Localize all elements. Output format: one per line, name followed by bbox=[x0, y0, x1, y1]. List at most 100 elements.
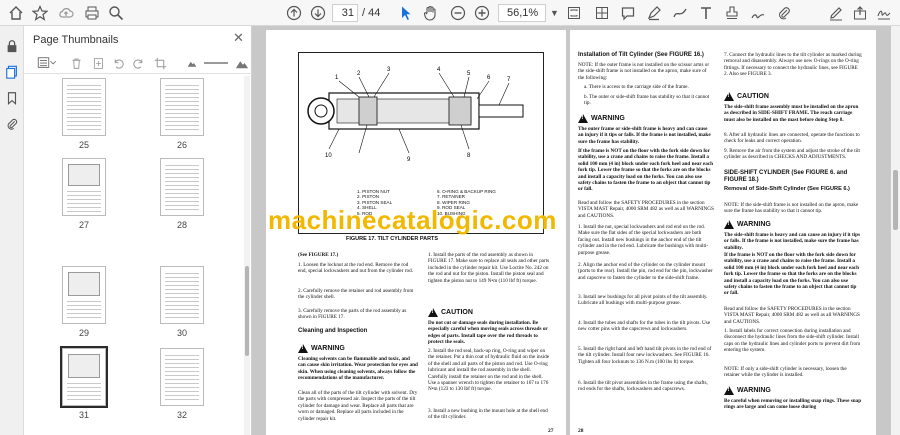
warning-text-3: Be careful when removing or installing s… bbox=[724, 398, 862, 411]
svg-text:2: 2 bbox=[357, 71, 361, 77]
share-icon[interactable] bbox=[852, 4, 868, 22]
note-2: NOTE: If the side-shift frame is not ins… bbox=[724, 202, 859, 215]
star-icon[interactable] bbox=[32, 4, 48, 22]
chevron-down-icon[interactable]: ▼ bbox=[550, 8, 559, 18]
thumbnail-page-28[interactable] bbox=[160, 158, 204, 216]
warning-heading-2: WARNING bbox=[724, 220, 771, 229]
zoom-in-icon[interactable] bbox=[474, 4, 490, 22]
page-number-input[interactable]: 31 bbox=[332, 4, 358, 22]
left-rail bbox=[0, 26, 24, 435]
svg-text:1: 1 bbox=[335, 75, 339, 81]
thumbnail-page-27[interactable] bbox=[62, 158, 106, 216]
grid-icon[interactable] bbox=[594, 4, 610, 22]
search-icon[interactable] bbox=[108, 4, 124, 22]
text-icon[interactable] bbox=[698, 4, 714, 22]
svg-text:3: 3 bbox=[387, 67, 391, 73]
panel-toolbar bbox=[24, 52, 252, 74]
right-col-step1: 1. Install the parts of the rod assembly… bbox=[428, 252, 550, 284]
thumbnail-label: 30 bbox=[176, 328, 187, 338]
removal-note: NOTE: If only a side-shift cylinder is n… bbox=[724, 366, 847, 379]
svg-text:6: 6 bbox=[487, 75, 491, 81]
page-number: 27 bbox=[548, 428, 554, 434]
print-icon[interactable] bbox=[84, 4, 100, 22]
page-number: 28 bbox=[578, 428, 584, 434]
undo-icon[interactable] bbox=[110, 55, 126, 71]
bookmark-icon[interactable] bbox=[4, 90, 20, 106]
read-follow: Read and follow the SAFETY PROCEDURES in… bbox=[578, 200, 714, 219]
attach-icon[interactable] bbox=[776, 4, 792, 22]
edit-icon[interactable] bbox=[828, 4, 844, 22]
step-8: 8. After all hydraulic lines are connect… bbox=[724, 132, 860, 145]
page-up-icon[interactable] bbox=[286, 4, 302, 22]
thumbnail-label: 26 bbox=[176, 140, 187, 150]
thumbnail-page-26[interactable] bbox=[160, 78, 204, 136]
removal-step-1: 1. Install labels for correct connection… bbox=[724, 328, 861, 354]
thumbnail-page-25[interactable] bbox=[62, 78, 106, 136]
insert-page-icon[interactable] bbox=[90, 55, 106, 71]
right-col-step3: 3. Install a new bushing in the mount ho… bbox=[428, 408, 548, 421]
list-a: a. There is access to the carriage side … bbox=[584, 84, 689, 90]
paperclip-icon[interactable] bbox=[4, 116, 20, 132]
crop-icon[interactable] bbox=[152, 55, 168, 71]
left-col-step3: 3. Carefully remove the parts of the rod… bbox=[298, 308, 407, 321]
warning-heading: WARNING bbox=[578, 114, 625, 123]
left-col-ref: (See FIGURE 17.) bbox=[298, 252, 339, 258]
heading-cleaning: Cleaning and Inspection bbox=[298, 328, 368, 334]
caution-heading: CAUTION bbox=[428, 308, 473, 317]
panel-scrollbar-thumb[interactable] bbox=[245, 266, 249, 356]
zoom-out-icon[interactable] bbox=[450, 4, 466, 22]
zoom-input[interactable]: 56,1% bbox=[498, 4, 546, 22]
options-menu-icon[interactable] bbox=[36, 55, 58, 71]
figure-caption: FIGURE 17. TILT CYLINDER PARTS bbox=[346, 236, 439, 242]
redo-icon[interactable] bbox=[130, 55, 146, 71]
warning-text: The outer frame or side-shift frame is h… bbox=[578, 126, 711, 145]
highlight-icon[interactable] bbox=[646, 4, 662, 22]
step-4: 4. Install the tubes and shafts for the … bbox=[578, 320, 711, 333]
cursor-icon[interactable] bbox=[398, 4, 414, 22]
sign-icon[interactable] bbox=[876, 4, 892, 22]
list-b: b. The outer or side-shift frame has sta… bbox=[584, 94, 710, 107]
watermark: machinecatalogic.com bbox=[268, 205, 557, 235]
close-icon[interactable]: ✕ bbox=[233, 30, 244, 46]
right-col-step2: 2. Install the rod seal, back-up ring, O… bbox=[428, 348, 550, 393]
document-scrollbar-thumb[interactable] bbox=[893, 170, 898, 230]
page-down-icon[interactable] bbox=[310, 4, 326, 22]
large-mountain-icon[interactable] bbox=[234, 55, 250, 71]
fit-icon[interactable] bbox=[566, 4, 582, 22]
comment-icon[interactable] bbox=[620, 4, 636, 22]
home-icon[interactable] bbox=[8, 4, 24, 22]
page-thumbnails-icon[interactable] bbox=[4, 64, 20, 80]
caution-icon bbox=[428, 308, 438, 317]
thumbnail-label: 25 bbox=[78, 140, 89, 150]
document-scrollbar[interactable] bbox=[891, 26, 900, 435]
step-3: 3. Install new bushings for all pivot po… bbox=[578, 294, 708, 307]
stamp-icon[interactable] bbox=[724, 4, 740, 22]
warning-heading: WARNING bbox=[298, 344, 345, 353]
delete-page-icon[interactable] bbox=[68, 55, 84, 71]
page-28: Installation of Tilt Cylinder (See FIGUR… bbox=[570, 30, 876, 435]
cleaning-text: Clean all of the parts of the tilt cylin… bbox=[298, 390, 418, 422]
small-mountain-icon[interactable] bbox=[184, 55, 200, 71]
thumbnail-page-32[interactable] bbox=[160, 348, 204, 406]
caution-text: The side-shift frame assembly must be in… bbox=[724, 104, 859, 123]
thumbnail-page-29[interactable] bbox=[62, 266, 106, 324]
thumbnail-page-31[interactable] bbox=[60, 346, 108, 408]
warning-icon bbox=[578, 114, 588, 123]
thumbnail-page-30[interactable] bbox=[160, 266, 204, 324]
thumbnail-size-slider[interactable] bbox=[204, 62, 228, 64]
caution-icon bbox=[724, 92, 734, 101]
thumbnail-label: 31 bbox=[78, 410, 89, 420]
thumbnail-label: 32 bbox=[176, 410, 187, 420]
cloud-upload-icon[interactable] bbox=[58, 4, 74, 22]
step-7: 7. Connect the hydraulic lines to the ti… bbox=[724, 52, 862, 78]
panel-title: Page Thumbnails bbox=[33, 34, 119, 46]
thumbnail-list: 25 26 27 28 29 30 31 32 bbox=[24, 76, 246, 435]
panel-scrollbar[interactable] bbox=[244, 76, 250, 435]
svg-text:9: 9 bbox=[407, 157, 411, 163]
lock-icon[interactable] bbox=[4, 38, 20, 54]
hand-icon[interactable] bbox=[422, 4, 438, 22]
warning-heading-3: WARNING bbox=[724, 386, 771, 395]
fill-sign-icon[interactable] bbox=[750, 4, 766, 22]
svg-text:7: 7 bbox=[507, 77, 511, 83]
draw-icon[interactable] bbox=[672, 4, 688, 22]
